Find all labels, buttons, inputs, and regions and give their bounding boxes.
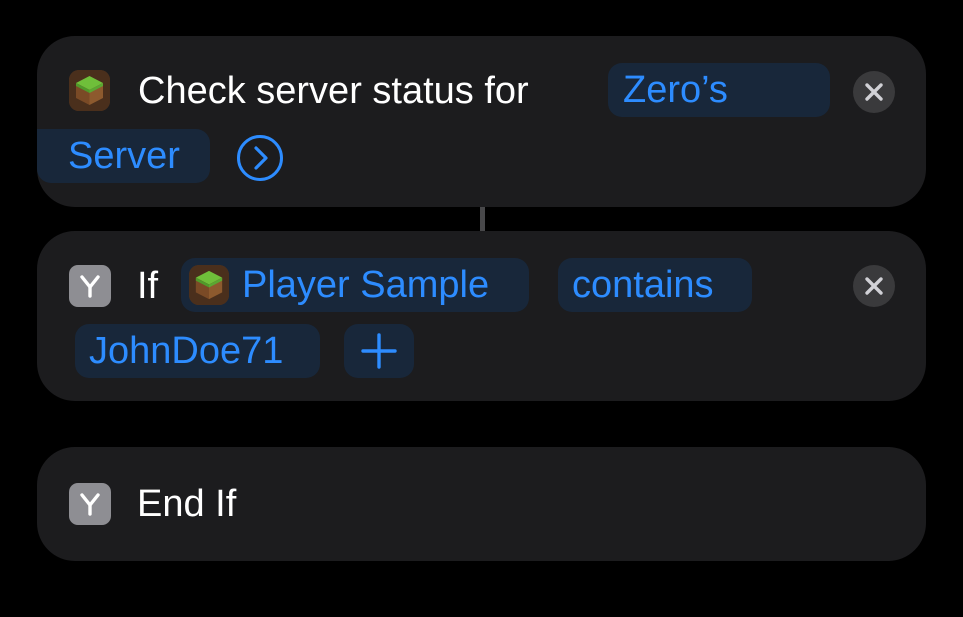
branch-icon	[69, 483, 111, 525]
close-icon	[865, 277, 883, 295]
condition-token-text: contains	[572, 264, 714, 306]
server-token-continued[interactable]: Server	[37, 129, 210, 183]
value-token[interactable]: JohnDoe71	[75, 324, 320, 378]
server-token-text-1: Zero’s	[623, 69, 728, 111]
value-token-text: JohnDoe71	[89, 330, 284, 372]
remove-action-button[interactable]	[853, 265, 895, 307]
if-keyword: If	[137, 265, 159, 307]
action-connector	[480, 207, 485, 231]
end-if-label: End If	[137, 483, 237, 525]
add-condition-button[interactable]	[344, 324, 414, 378]
check-server-status-action[interactable]: Check server status for Zero’s Server	[37, 36, 926, 207]
server-token[interactable]: Zero’s	[608, 63, 830, 117]
server-token-text-2: Server	[68, 135, 180, 177]
action-label: Check server status for	[138, 70, 529, 112]
condition-token[interactable]: contains	[558, 258, 752, 312]
variable-token-text: Player Sample	[242, 264, 490, 306]
minecraft-grass-block-icon	[69, 70, 110, 111]
remove-action-button[interactable]	[853, 71, 895, 113]
plus-icon	[361, 333, 397, 369]
branch-icon	[69, 265, 111, 307]
chevron-right-circle-icon[interactable]	[236, 134, 284, 182]
variable-token[interactable]: Player Sample	[181, 258, 529, 312]
minecraft-grass-block-icon	[189, 265, 229, 305]
end-if-action[interactable]: End If	[37, 447, 926, 561]
if-action[interactable]: If Player Sample contains JohnDoe71	[37, 231, 926, 401]
close-icon	[865, 83, 883, 101]
